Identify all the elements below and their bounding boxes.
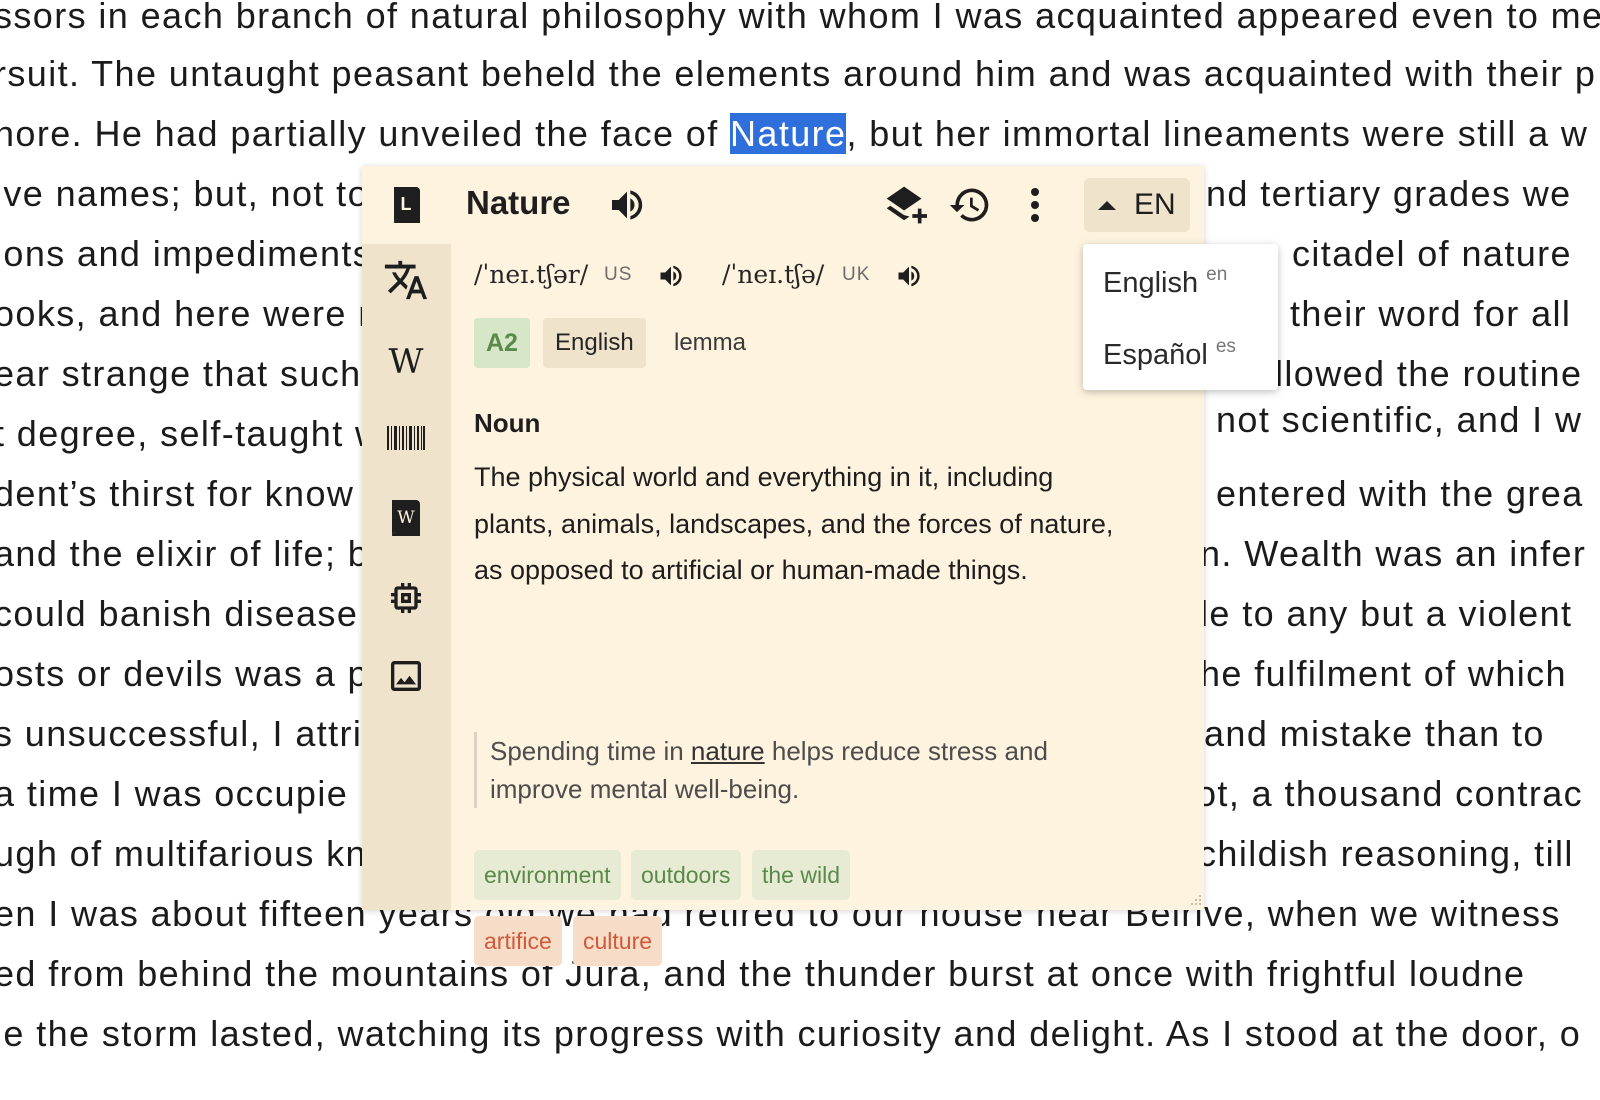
definition-text: The physical world and everything in it,… — [474, 462, 1114, 585]
speaker-icon[interactable] — [604, 182, 650, 228]
text-line: ear strange that such — [0, 353, 362, 394]
option-label: Español — [1103, 339, 1208, 371]
example-text: Spending time in — [490, 736, 691, 766]
pronunciation-row: /ˈneɪ.tʃər/ US /ˈneɪ.tʃə/ UK — [474, 254, 1034, 294]
option-code: en — [1206, 264, 1228, 285]
example-keyword: nature — [690, 736, 765, 766]
text-line: rsuit. The untaught peasant beheld the e… — [0, 53, 1597, 94]
svg-text:L: L — [401, 194, 412, 214]
form-badge: lemma — [674, 329, 747, 356]
language-menu: English en Español es — [1083, 244, 1278, 390]
speaker-icon[interactable] — [657, 262, 687, 292]
headword: Nature — [466, 184, 571, 221]
translate-icon[interactable] — [382, 256, 430, 304]
text-line: ive names; but, not to — [0, 173, 369, 214]
history-icon[interactable] — [947, 182, 993, 228]
language-option-english[interactable]: English en — [1103, 264, 1227, 300]
synonym-tag[interactable]: the wild — [752, 850, 850, 900]
text-line: not scientific, and I w — [1216, 399, 1583, 440]
example-sentence: Spending time in nature helps reduce str… — [474, 732, 1140, 808]
text-line: a time I was occupie — [0, 773, 349, 814]
text-line: nore. He had partially unveiled the face… — [0, 104, 1588, 164]
badge-row: A2 English lemma — [474, 318, 1074, 370]
text-line: ot, a thousand contrac — [1196, 773, 1584, 814]
option-label: English — [1103, 267, 1199, 299]
antonym-tag[interactable]: culture — [573, 916, 663, 966]
dictionary-icon[interactable]: L — [384, 182, 430, 228]
image-icon[interactable] — [382, 652, 430, 700]
language-option-espanol[interactable]: Español es — [1103, 336, 1236, 372]
region-us: US — [604, 264, 633, 285]
language-selector-button[interactable]: EN — [1084, 178, 1190, 232]
selected-word[interactable]: Nature — [730, 113, 847, 154]
speaker-icon[interactable] — [895, 262, 925, 292]
text-line: he fulfilment of which — [1200, 653, 1567, 694]
ipa-uk: /ˈneɪ.tʃə/ — [722, 260, 825, 289]
text-line: ugh of multifarious kn — [0, 833, 367, 874]
synonym-tags: environment outdoors the wild — [474, 850, 1124, 900]
caret-up-icon — [1098, 200, 1116, 210]
text-line: ssors in each branch of natural philosop… — [0, 0, 1600, 36]
antonym-tag[interactable]: artifice — [474, 916, 562, 966]
text-line: could banish disease f — [0, 593, 382, 634]
text-line: citadel of nature — [1292, 233, 1572, 274]
barcode-icon[interactable] — [382, 414, 430, 462]
wiktionary-icon[interactable]: W — [382, 494, 430, 542]
language-code: EN — [1134, 188, 1176, 221]
text-line: osts or devils was a pro — [0, 653, 404, 694]
text-line: le the storm lasted, watching its progre… — [0, 1013, 1582, 1054]
text-line: and mistake than to — [1204, 713, 1545, 754]
text-line: s unsuccessful, I attrib — [0, 713, 384, 754]
more-vert-icon[interactable] — [1012, 182, 1058, 228]
language-badge: English — [543, 318, 646, 368]
synonym-tag[interactable]: environment — [474, 850, 621, 900]
option-code: es — [1215, 336, 1236, 357]
resize-handle-icon[interactable] — [1188, 894, 1202, 908]
text-line: ooks, and here were m — [0, 293, 390, 334]
text-line: ions and impediments — [0, 233, 373, 274]
text-line: childish reasoning, till — [1198, 833, 1574, 874]
svg-text:W: W — [389, 342, 424, 382]
antonym-tags: artifice culture — [474, 916, 1124, 966]
region-uk: UK — [842, 264, 871, 285]
text-fragment: nore. He had partially unveiled the face… — [0, 113, 731, 154]
part-of-speech: Noun — [474, 408, 541, 438]
text-fragment: , but her immortal lineaments were still… — [846, 113, 1589, 154]
text-line: le to any but a violent — [1200, 593, 1573, 634]
ipa-us: /ˈneɪ.tʃər/ — [474, 260, 589, 289]
synonym-tag[interactable]: outdoors — [631, 850, 741, 900]
source-sidebar: W W — [362, 244, 451, 910]
svg-text:W: W — [397, 508, 415, 528]
text-line: dent’s thirst for know — [0, 473, 355, 514]
chip-icon[interactable] — [382, 574, 430, 622]
add-to-deck-icon[interactable] — [882, 182, 928, 228]
text-line: their word for all — [1290, 293, 1572, 334]
text-line: entered with the grea — [1216, 473, 1584, 514]
dictionary-popup: L Nature EN W W /ˈneɪ.tʃər/ US /ˈneɪ.tʃə… — [362, 166, 1204, 966]
level-badge: A2 — [474, 318, 530, 368]
text-line: n. Wealth was an infer — [1200, 533, 1587, 574]
text-line: t degree, self-taught w — [0, 413, 383, 454]
text-line: nd tertiary grades we — [1206, 173, 1572, 214]
text-line: and the elixir of life; bu — [0, 533, 391, 574]
wikipedia-icon[interactable]: W — [382, 338, 430, 386]
popup-header: L Nature EN — [362, 166, 1204, 244]
